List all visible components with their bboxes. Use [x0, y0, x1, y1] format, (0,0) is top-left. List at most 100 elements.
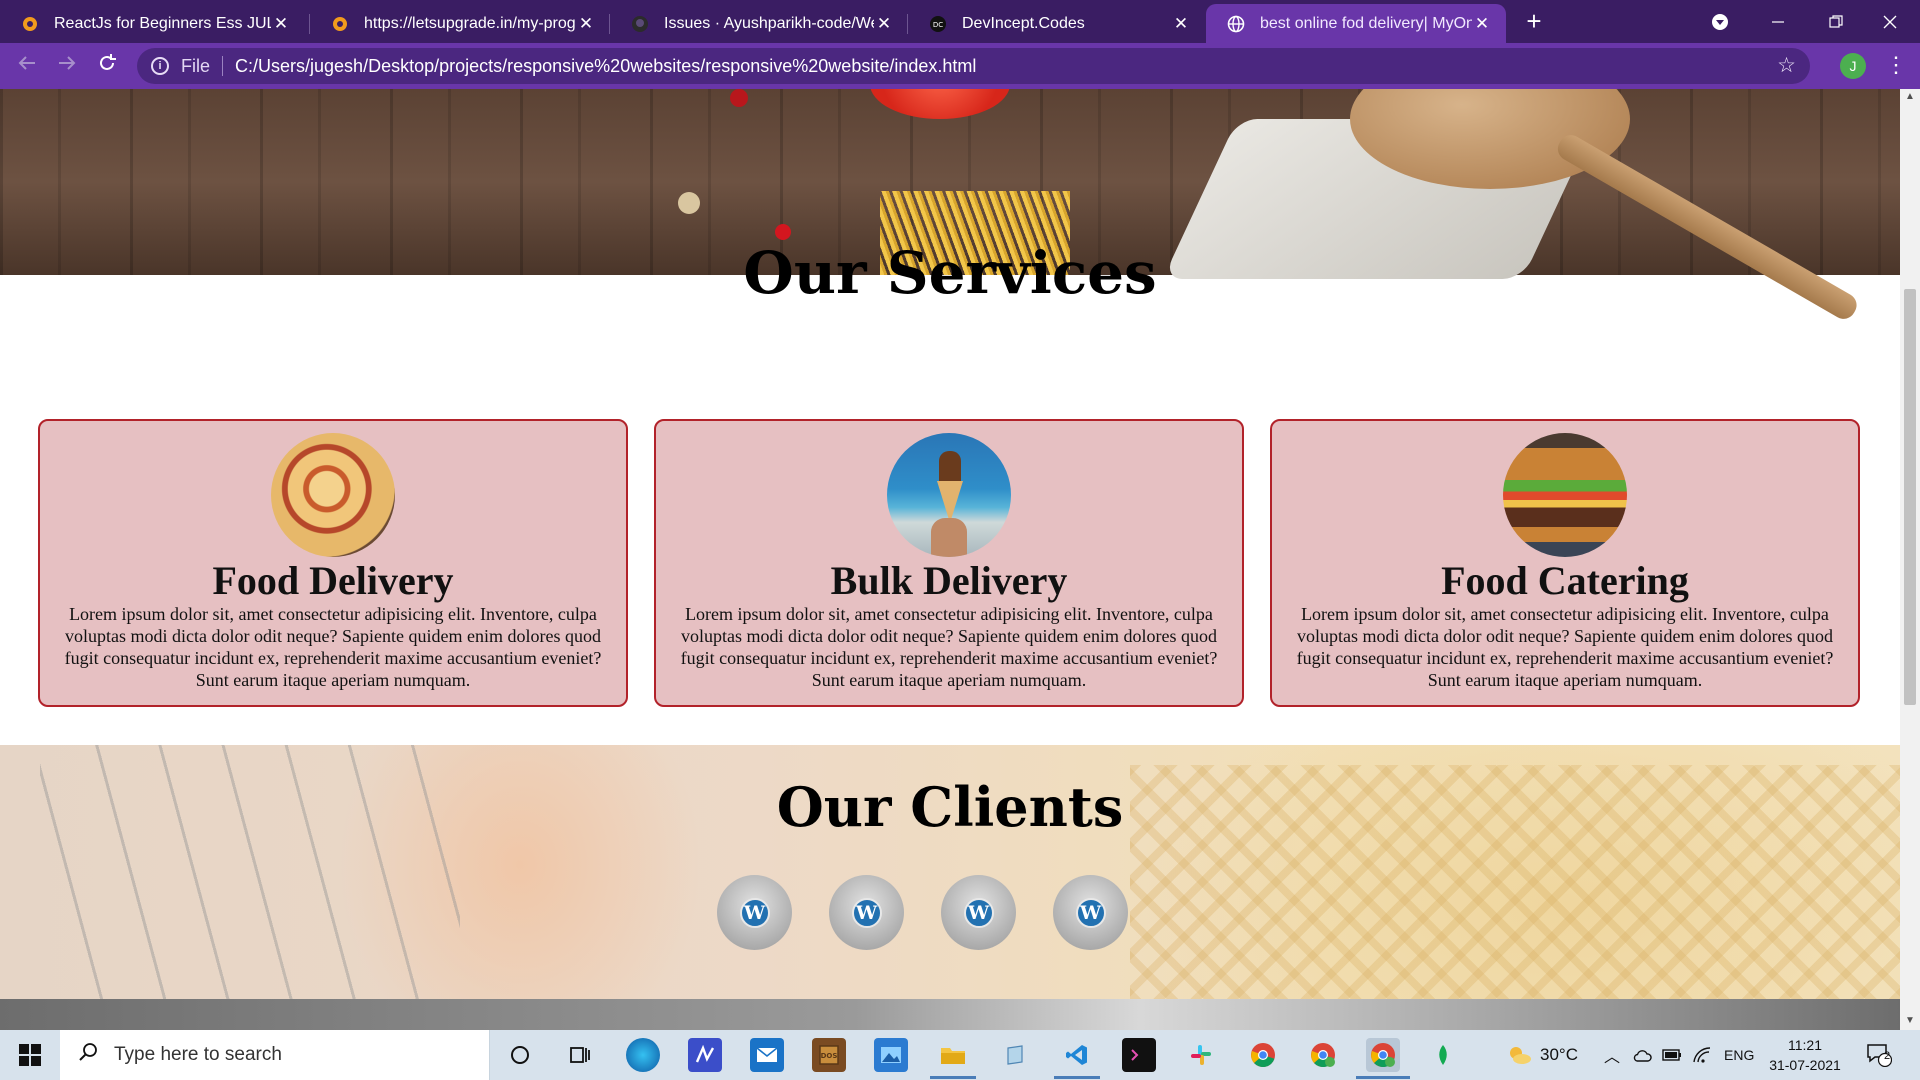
restore-icon[interactable]	[1806, 0, 1866, 43]
edge-browser-icon[interactable]	[626, 1038, 660, 1072]
peppercorn-decoration	[775, 224, 791, 240]
weather-temperature: 30°C	[1540, 1045, 1578, 1064]
profile-avatar[interactable]: J	[1840, 53, 1866, 79]
active-app-indicator	[1356, 1076, 1410, 1079]
clients-heading: Our Clients	[776, 775, 1124, 839]
battery-icon[interactable]	[1662, 1030, 1682, 1080]
wordpress-icon: W	[851, 897, 882, 928]
url-text[interactable]: C:/Users/jugesh/Desktop/projects/respons…	[235, 56, 976, 77]
tab-reactjs[interactable]: ReactJs for Beginners Ess JUL ✕	[0, 4, 305, 43]
windows-start-icon[interactable]	[0, 1030, 60, 1080]
service-card-text: Lorem ipsum dolor sit, amet consectetur …	[1296, 604, 1834, 690]
weather-sun-icon	[1510, 1047, 1531, 1064]
service-card-food-catering: Food Catering Lorem ipsum dolor sit, ame…	[1270, 419, 1860, 707]
mail-icon[interactable]	[750, 1038, 784, 1072]
tab-title: ReactJs for Beginners Ess JUL	[54, 14, 271, 32]
tab-devincept[interactable]: DC DevIncept.Codes ✕	[908, 4, 1205, 43]
peppercorn-decoration	[678, 192, 700, 214]
close-tab-icon[interactable]: ✕	[271, 14, 291, 34]
browser-tab-bar: ReactJs for Beginners Ess JUL ✕ https://…	[0, 0, 1920, 43]
dosbox-icon[interactable]: DOS	[812, 1038, 846, 1072]
wordpress-icon: W	[1075, 897, 1106, 928]
burger-image	[1503, 433, 1627, 557]
ice-cream-image	[887, 433, 1011, 557]
svg-text:DC: DC	[933, 21, 943, 29]
scrollbar-thumb[interactable]	[1904, 289, 1916, 705]
active-app-indicator	[930, 1076, 976, 1079]
client-logo[interactable]: W	[829, 875, 904, 950]
scheme-label: File	[181, 55, 211, 76]
photos-icon[interactable]	[874, 1038, 908, 1072]
chrome-profile-icon[interactable]	[1306, 1038, 1340, 1072]
onedrive-cloud-icon[interactable]	[1632, 1030, 1652, 1080]
globe-icon	[1226, 14, 1246, 34]
scroll-up-arrow-icon[interactable]: ▲	[1904, 91, 1916, 103]
service-card-title: Food Delivery	[212, 558, 454, 603]
search-placeholder: Type here to search	[114, 1044, 282, 1065]
notepad-icon[interactable]	[998, 1038, 1032, 1072]
weather-widget[interactable]: 30°C	[1506, 1030, 1578, 1080]
client-logo[interactable]: W	[717, 875, 792, 950]
show-hidden-icons-chevron-up-icon[interactable]: ︿	[1604, 1030, 1620, 1080]
tab-github-issues[interactable]: Issues · Ayushparikh-code/Web-d ✕	[610, 4, 908, 43]
slack-icon[interactable]	[1184, 1038, 1218, 1072]
minimize-icon[interactable]	[1748, 0, 1808, 43]
tab-title: DevIncept.Codes	[962, 14, 1085, 32]
github-icon	[630, 14, 650, 34]
browser-menu-icon[interactable]: ⋮	[1885, 53, 1907, 79]
close-tab-icon[interactable]: ✕	[1472, 14, 1492, 34]
tomato-decoration	[870, 89, 1010, 119]
client-logos: W W W W	[0, 875, 1900, 950]
chrome-icon[interactable]	[1246, 1038, 1280, 1072]
browser-toolbar: i File C:/Users/jugesh/Desktop/projects/…	[0, 43, 1920, 89]
close-tab-icon[interactable]: ✕	[576, 14, 596, 34]
mongodb-compass-icon[interactable]	[1426, 1038, 1460, 1072]
close-tab-icon[interactable]: ✕	[874, 14, 894, 34]
tab-title: best online fod delivery| MyOnlin	[1260, 14, 1472, 32]
notification-center-icon[interactable]: 2	[1866, 1030, 1892, 1080]
system-clock[interactable]: 11:21 31-07-2021	[1760, 1035, 1850, 1075]
page-scrollbar[interactable]: ▲ ▼	[1900, 89, 1920, 1030]
chrome-active-icon[interactable]	[1366, 1038, 1400, 1072]
tab-food-delivery[interactable]: best online fod delivery| MyOnlin ✕	[1206, 4, 1506, 43]
forward-arrow-icon[interactable]	[53, 52, 81, 80]
tab-search-icon[interactable]	[1690, 0, 1750, 43]
close-tab-icon[interactable]: ✕	[1171, 14, 1191, 34]
wordpress-icon: W	[739, 897, 770, 928]
scroll-down-arrow-icon[interactable]: ▼	[1904, 1015, 1916, 1027]
wifi-icon[interactable]	[1692, 1030, 1712, 1080]
client-logo[interactable]: W	[1053, 875, 1128, 950]
tab-letsupgrade[interactable]: https://letsupgrade.in/my-progra ✕	[310, 4, 610, 43]
close-window-icon[interactable]	[1860, 0, 1920, 43]
file-explorer-icon[interactable]	[936, 1038, 970, 1072]
service-card-title: Bulk Delivery	[830, 558, 1068, 603]
vscode-icon[interactable]	[1060, 1038, 1094, 1072]
reload-icon[interactable]	[93, 52, 121, 80]
bookmark-star-icon[interactable]: ☆	[1777, 53, 1796, 78]
cortana-icon[interactable]	[503, 1038, 537, 1072]
address-bar[interactable]: i File C:/Users/jugesh/Desktop/projects/…	[137, 48, 1810, 84]
taskbar-search-input[interactable]: Type here to search	[60, 1030, 490, 1080]
services-heading: Our Services	[743, 239, 1157, 307]
letsupgrade-icon	[330, 14, 350, 34]
terminal-icon[interactable]	[1122, 1038, 1156, 1072]
active-app-indicator	[1054, 1076, 1100, 1079]
task-view-icon[interactable]	[563, 1038, 597, 1072]
mobirise-app-icon[interactable]	[688, 1038, 722, 1072]
ice-cream-scoop	[939, 451, 961, 485]
divider	[222, 56, 224, 76]
hand-holding-cone	[931, 518, 967, 557]
service-card-text: Lorem ipsum dolor sit, amet consectetur …	[680, 604, 1218, 690]
clock-date: 31-07-2021	[1769, 1057, 1841, 1073]
client-logo[interactable]: W	[941, 875, 1016, 950]
new-tab-button[interactable]: +	[1520, 8, 1548, 36]
input-language[interactable]: ENG	[1724, 1030, 1754, 1080]
devincept-icon: DC	[928, 14, 948, 34]
back-arrow-icon[interactable]	[13, 52, 41, 80]
pizza-image	[271, 433, 395, 557]
search-icon	[78, 1042, 98, 1068]
site-info-icon[interactable]: i	[151, 57, 169, 75]
page-viewport: Our Services Food Delivery Lorem ipsum d…	[0, 89, 1920, 1030]
tab-title: https://letsupgrade.in/my-progra	[364, 14, 576, 32]
clients-section: Our Clients W W W W	[0, 745, 1900, 999]
